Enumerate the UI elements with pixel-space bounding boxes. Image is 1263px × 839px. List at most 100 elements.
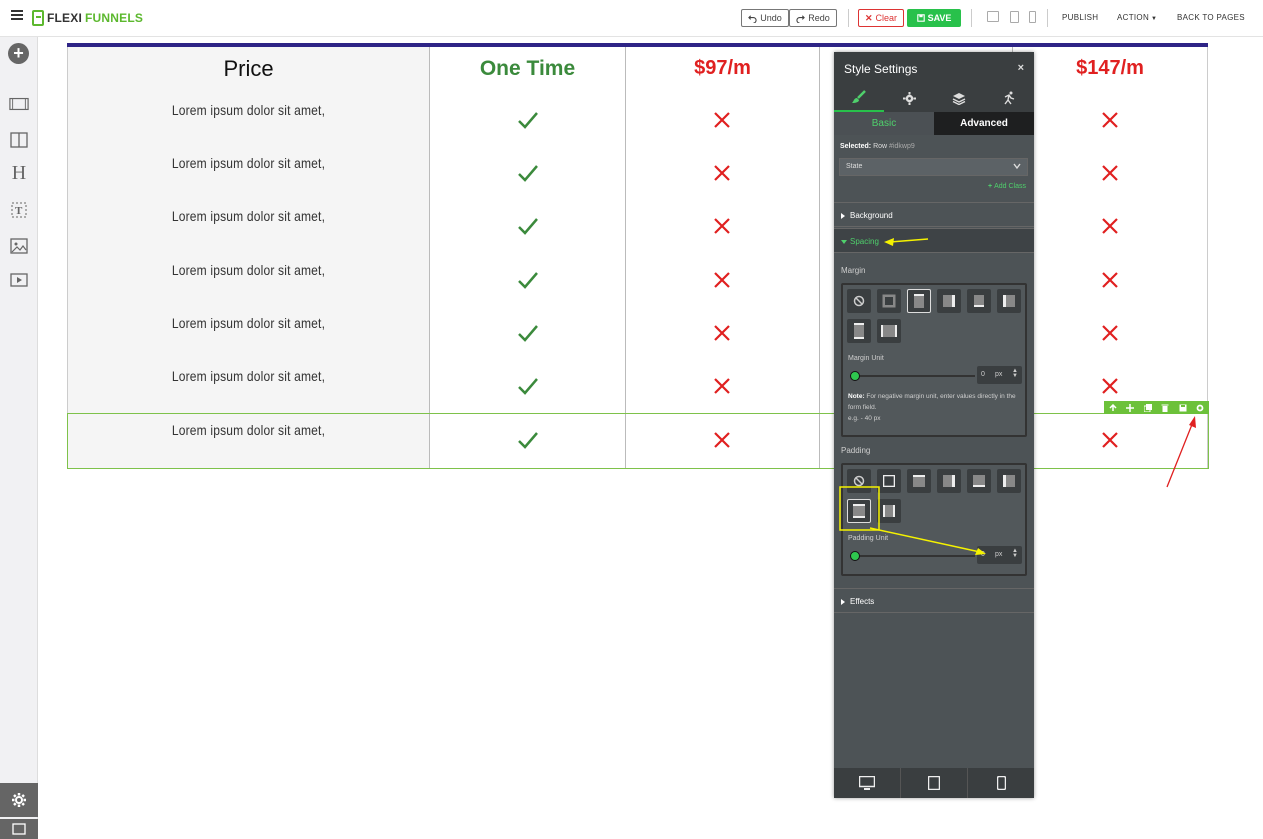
undo-icon — [748, 14, 757, 23]
cross-icon — [1102, 218, 1118, 234]
settings-button[interactable] — [0, 783, 38, 817]
back-to-pages-link[interactable]: BACK TO PAGES — [1177, 13, 1245, 22]
section-icon[interactable] — [9, 95, 29, 113]
panel-device-bar — [834, 768, 1034, 798]
move-up-icon[interactable] — [1108, 403, 1117, 412]
margin-horizontal-button[interactable] — [877, 319, 901, 343]
slider-knob[interactable] — [850, 371, 860, 381]
selected-type: Row — [873, 143, 888, 150]
margin-bottom-button[interactable] — [967, 289, 991, 313]
cross-icon — [1102, 272, 1118, 288]
save-icon[interactable] — [1178, 403, 1187, 412]
clear-button[interactable]: ✕ Clear — [858, 9, 904, 27]
image-icon[interactable] — [9, 237, 29, 255]
section-spacing-label: Spacing — [850, 237, 879, 246]
note-example: e.g. - 40 px — [848, 415, 881, 422]
add-class-button[interactable]: + Add Class — [988, 183, 1026, 190]
margin-unit-label: Margin Unit — [848, 355, 884, 362]
margin-none-button[interactable] — [847, 289, 871, 313]
cross-icon — [714, 325, 730, 341]
save-button[interactable]: SAVE — [907, 9, 961, 27]
heading-icon[interactable]: H — [9, 162, 29, 184]
box-vertical-icon — [853, 504, 865, 518]
section-spacing[interactable]: Spacing — [834, 228, 1034, 253]
drag-icon[interactable] — [1126, 403, 1135, 412]
tab-layers[interactable] — [934, 84, 984, 112]
margin-slider[interactable] — [850, 371, 975, 381]
cross-icon — [714, 378, 730, 394]
columns-icon[interactable] — [9, 131, 29, 149]
section-background[interactable]: Background — [834, 202, 1034, 227]
margin-top-button[interactable] — [907, 289, 931, 313]
desktop-view-button[interactable] — [834, 768, 901, 798]
padding-vertical-button[interactable] — [847, 499, 871, 523]
box-horizontal-icon — [881, 325, 897, 337]
margin-value-input[interactable]: 0 px ▲ ▼ — [977, 366, 1022, 384]
check-icon — [518, 272, 538, 289]
redo-button[interactable]: Redo — [789, 9, 837, 27]
spinner-icon[interactable]: ▲ ▼ — [1012, 548, 1018, 559]
check-icon — [518, 112, 538, 129]
column-divider — [625, 47, 626, 469]
margin-all-button[interactable] — [877, 289, 901, 313]
padding-slider[interactable] — [850, 551, 975, 561]
tab-style[interactable] — [834, 84, 884, 112]
delete-icon[interactable] — [1161, 403, 1170, 412]
pricing-table[interactable]: Price One Time $97/m $147/m Lorem ipsum … — [67, 43, 1208, 469]
mobile-view-button[interactable] — [968, 768, 1034, 798]
code-icon — [12, 823, 26, 835]
slider-knob[interactable] — [850, 551, 860, 561]
state-select[interactable]: State — [839, 158, 1028, 176]
box-right-icon — [943, 475, 955, 487]
padding-bottom-button[interactable] — [967, 469, 991, 493]
undo-label: Undo — [760, 13, 782, 23]
publish-link[interactable]: PUBLISH — [1062, 13, 1098, 22]
box-horizontal-icon — [883, 505, 895, 517]
tab-basic[interactable]: Basic — [834, 112, 934, 135]
margin-vertical-button[interactable] — [847, 319, 871, 343]
padding-left-button[interactable] — [997, 469, 1021, 493]
box-left-icon — [1003, 295, 1015, 307]
selected-row-outline[interactable] — [67, 413, 1209, 469]
logo-text-part1: FLEXI — [47, 11, 83, 25]
close-icon[interactable]: × — [1018, 62, 1024, 74]
panel-subtabs: Basic Advanced — [834, 112, 1034, 135]
selected-element-label: Selected: Row #idkwp9 — [840, 143, 915, 150]
save-label: SAVE — [927, 13, 952, 23]
add-element-icon[interactable]: + — [8, 43, 29, 64]
desktop-view-icon[interactable] — [987, 11, 999, 22]
video-icon[interactable] — [9, 271, 29, 289]
code-button[interactable] — [0, 819, 38, 839]
check-icon — [518, 165, 538, 182]
section-effects[interactable]: Effects — [834, 588, 1034, 613]
gear-icon[interactable] — [1196, 403, 1205, 412]
padding-all-button[interactable] — [877, 469, 901, 493]
duplicate-icon[interactable] — [1143, 403, 1152, 412]
margin-right-button[interactable] — [937, 289, 961, 313]
spinner-icon[interactable]: ▲ ▼ — [1012, 368, 1018, 379]
logo-text-part2: FUNNELS — [85, 11, 144, 25]
margin-box: Margin Unit 0 px ▲ ▼ Note: For negative m… — [841, 283, 1027, 437]
tab-settings[interactable] — [884, 84, 934, 112]
tablet-view-button[interactable] — [901, 768, 968, 798]
padding-horizontal-button[interactable] — [877, 499, 901, 523]
box-top-icon — [914, 294, 924, 308]
toolbar-divider — [848, 9, 849, 27]
toolbar-divider — [971, 9, 972, 27]
state-select-value: State — [846, 163, 863, 170]
margin-left-button[interactable] — [997, 289, 1021, 313]
action-menu[interactable]: ACTION ▼ — [1117, 13, 1157, 22]
box-bottom-icon — [973, 475, 985, 487]
tab-animation[interactable] — [984, 84, 1034, 112]
undo-button[interactable]: Undo — [741, 9, 789, 27]
text-icon[interactable]: T — [9, 201, 29, 219]
menu-icon[interactable] — [11, 10, 23, 22]
logo[interactable]: FLEXI FUNNELS — [32, 9, 143, 27]
mobile-view-icon[interactable] — [1029, 11, 1036, 23]
tablet-view-icon[interactable] — [1010, 11, 1019, 23]
tab-advanced[interactable]: Advanced — [934, 112, 1034, 135]
padding-top-button[interactable] — [907, 469, 931, 493]
padding-value-input[interactable]: 0 px ▲ ▼ — [977, 546, 1022, 564]
padding-none-button[interactable] — [847, 469, 871, 493]
padding-right-button[interactable] — [937, 469, 961, 493]
